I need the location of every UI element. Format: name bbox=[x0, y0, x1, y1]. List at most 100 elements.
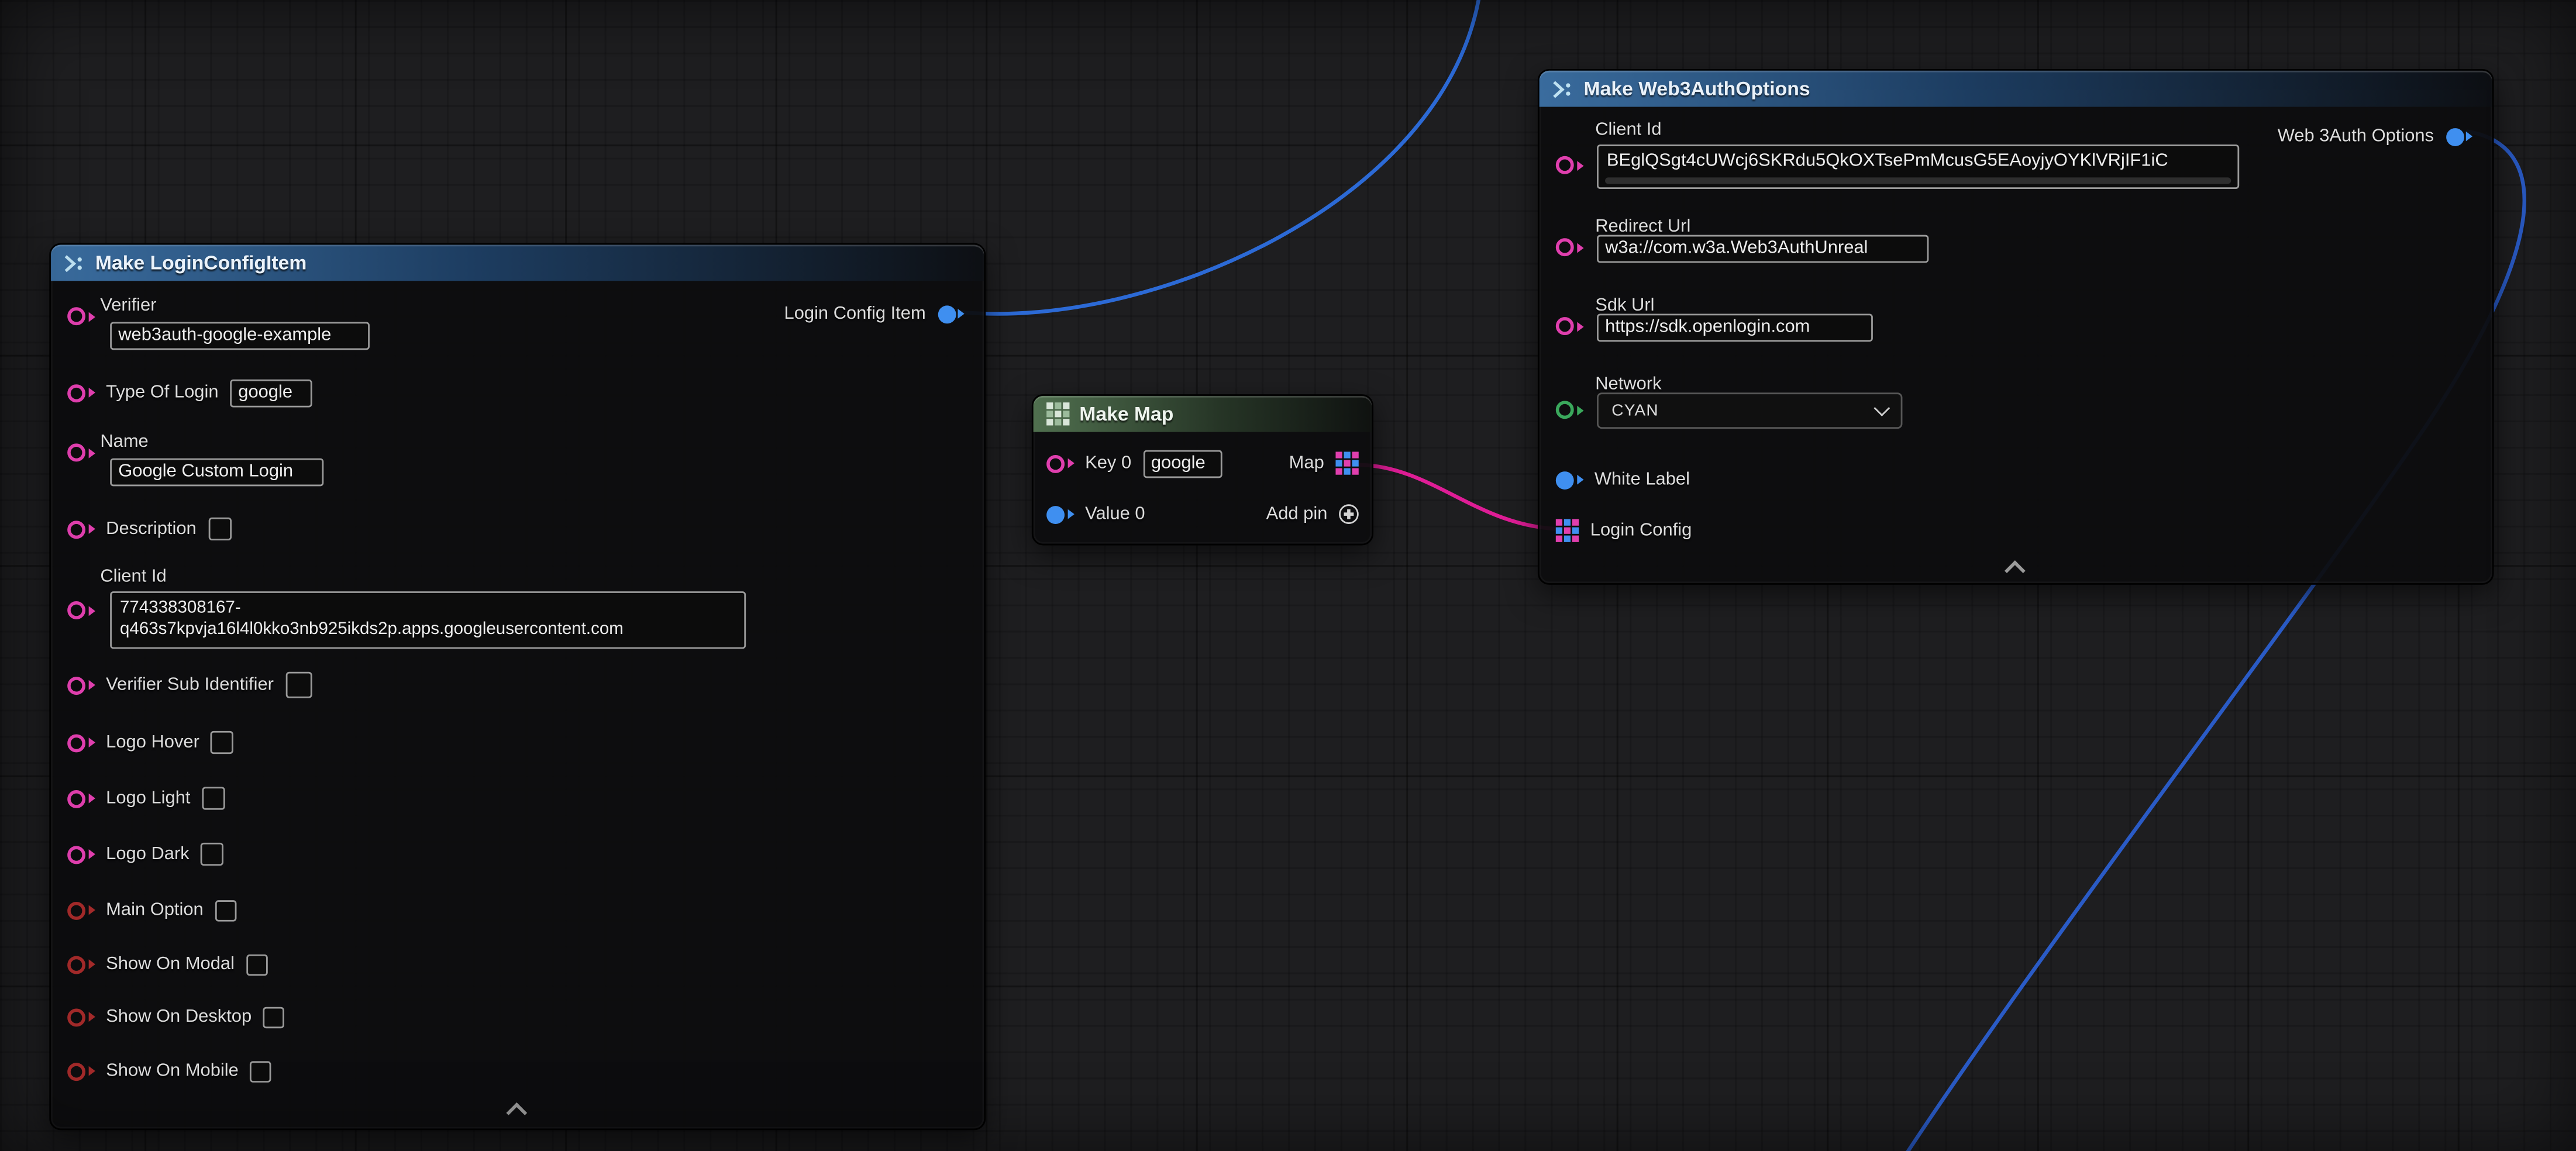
verifier-sub-identifier-label: Verifier Sub Identifier bbox=[106, 675, 274, 695]
node-header-make-login-config-item[interactable]: Make LoginConfigItem bbox=[51, 244, 984, 281]
network-selected-value: CYAN bbox=[1611, 402, 1658, 420]
logo-light-row: Logo Light bbox=[67, 784, 225, 814]
make-struct-icon bbox=[64, 254, 86, 272]
node-make-map[interactable]: Make Map Key 0 google Map Value 0 Add pi… bbox=[1032, 394, 1373, 545]
redirect-url-label: Redirect Url bbox=[1595, 217, 1690, 237]
web3auth-options-output-pin[interactable] bbox=[2446, 127, 2472, 146]
key0-row: Key 0 google bbox=[1046, 449, 1222, 478]
output-row-web3auth-options: Web 3Auth Options bbox=[2278, 122, 2472, 151]
name-pin[interactable] bbox=[67, 443, 94, 461]
client-id-label: Client Id bbox=[1595, 120, 1661, 140]
main-option-label: Main Option bbox=[106, 900, 204, 920]
name-label: Name bbox=[100, 432, 148, 452]
logo-dark-row: Logo Dark bbox=[67, 839, 224, 869]
type-of-login-pin[interactable] bbox=[67, 384, 94, 402]
verifier-sub-identifier-row: Verifier Sub Identifier bbox=[67, 670, 311, 700]
logo-dark-label: Logo Dark bbox=[106, 845, 190, 864]
logo-hover-label: Logo Hover bbox=[106, 733, 199, 753]
network-pin[interactable] bbox=[1556, 401, 1583, 419]
client-id-pin[interactable] bbox=[67, 601, 94, 619]
verifier-input[interactable]: web3auth-google-example bbox=[110, 322, 370, 350]
node-make-web3auth-options[interactable]: Make Web3AuthOptions Web 3Auth Options C… bbox=[1538, 69, 2494, 585]
output-row-login-config-item: Login Config Item bbox=[784, 299, 965, 329]
show-on-mobile-checkbox[interactable] bbox=[250, 1060, 272, 1082]
add-pin-row[interactable]: Add pin bbox=[1266, 499, 1359, 529]
redirect-url-pin[interactable] bbox=[1556, 238, 1583, 256]
sdk-url-pin[interactable] bbox=[1556, 317, 1583, 335]
chevron-down-icon bbox=[1874, 400, 1890, 416]
key0-input[interactable]: google bbox=[1143, 449, 1222, 477]
client-id-field[interactable]: BEglQSgt4cUWcj6SKRdu5QkOXTsePmMcusG5EAoy… bbox=[1597, 144, 2239, 189]
logo-light-label: Logo Light bbox=[106, 788, 190, 808]
main-option-row: Main Option bbox=[67, 895, 236, 925]
name-input[interactable]: Google Custom Login bbox=[110, 459, 323, 487]
show-on-modal-row: Show On Modal bbox=[67, 949, 267, 979]
login-config-row: Login Config bbox=[1556, 516, 1692, 546]
node-header-make-map[interactable]: Make Map bbox=[1034, 396, 1372, 432]
redirect-url-input[interactable]: w3a://com.w3a.Web3AuthUnreal bbox=[1597, 235, 1928, 263]
make-struct-icon bbox=[1552, 80, 1574, 98]
client-id-pin[interactable] bbox=[1556, 156, 1583, 174]
verifier-pin[interactable] bbox=[67, 307, 94, 325]
node-title: Make Web3AuthOptions bbox=[1584, 77, 1810, 100]
value0-label: Value 0 bbox=[1085, 504, 1145, 524]
node-title: Make Map bbox=[1079, 402, 1173, 425]
show-on-mobile-pin[interactable] bbox=[67, 1062, 94, 1080]
client-id-input[interactable]: 774338308167-q463s7kpvja16l4l0kko3nb925i… bbox=[110, 591, 746, 649]
logo-hover-row: Logo Hover bbox=[67, 728, 234, 757]
show-on-desktop-row: Show On Desktop bbox=[67, 1002, 284, 1032]
show-on-mobile-row: Show On Mobile bbox=[67, 1056, 271, 1086]
show-on-modal-checkbox[interactable] bbox=[246, 953, 268, 975]
main-option-pin[interactable] bbox=[67, 901, 94, 919]
value0-row: Value 0 bbox=[1046, 499, 1145, 529]
add-pin-icon[interactable] bbox=[1339, 504, 1359, 524]
white-label-label: White Label bbox=[1594, 470, 1690, 490]
show-on-desktop-checkbox[interactable] bbox=[263, 1006, 285, 1028]
logo-dark-input[interactable] bbox=[201, 843, 223, 866]
blueprint-editor-viewport: Make LoginConfigItem Login Config Item V… bbox=[0, 0, 2576, 1151]
value0-pin[interactable] bbox=[1046, 505, 1073, 523]
logo-hover-pin[interactable] bbox=[67, 733, 94, 752]
node-header-make-web3auth-options[interactable]: Make Web3AuthOptions bbox=[1540, 71, 2492, 107]
sdk-url-label: Sdk Url bbox=[1595, 296, 1654, 316]
logo-dark-pin[interactable] bbox=[67, 845, 94, 863]
logo-light-input[interactable] bbox=[202, 787, 225, 809]
map-output-row: Map bbox=[1289, 449, 1359, 478]
wire-login-config-item-output[interactable] bbox=[961, 0, 1480, 314]
collapse-chevron-icon[interactable] bbox=[2007, 559, 2024, 573]
output-pin-label: Login Config Item bbox=[784, 304, 926, 324]
verifier-sub-identifier-pin[interactable] bbox=[67, 676, 94, 694]
client-id-scrollbar[interactable] bbox=[1605, 177, 2231, 184]
show-on-modal-label: Show On Modal bbox=[106, 954, 235, 974]
login-config-item-output-pin[interactable] bbox=[937, 305, 964, 323]
collapse-chevron-icon[interactable] bbox=[509, 1101, 526, 1115]
description-input[interactable] bbox=[208, 518, 230, 540]
show-on-modal-pin[interactable] bbox=[67, 955, 94, 973]
verifier-sub-identifier-input[interactable] bbox=[285, 672, 312, 698]
type-of-login-label: Type Of Login bbox=[106, 382, 218, 402]
map-output-label: Map bbox=[1289, 453, 1324, 473]
logo-light-pin[interactable] bbox=[67, 790, 94, 808]
description-label: Description bbox=[106, 519, 197, 539]
client-id-value: BEglQSgt4cUWcj6SKRdu5QkOXTsePmMcusG5EAoy… bbox=[1607, 151, 2168, 171]
logo-hover-input[interactable] bbox=[211, 731, 234, 754]
map-output-pin[interactable] bbox=[1335, 452, 1358, 474]
key0-label: Key 0 bbox=[1085, 453, 1131, 473]
show-on-desktop-label: Show On Desktop bbox=[106, 1007, 252, 1027]
output-pin-label: Web 3Auth Options bbox=[2278, 126, 2434, 146]
key0-pin[interactable] bbox=[1046, 454, 1073, 473]
network-dropdown[interactable]: CYAN bbox=[1597, 392, 1902, 429]
type-of-login-input[interactable]: google bbox=[230, 378, 312, 406]
wire-map-to-login-config[interactable] bbox=[1361, 465, 1561, 529]
show-on-desktop-pin[interactable] bbox=[67, 1008, 94, 1026]
sdk-url-input[interactable]: https://sdk.openlogin.com bbox=[1597, 313, 1873, 342]
login-config-label: Login Config bbox=[1590, 521, 1692, 540]
login-config-pin[interactable] bbox=[1556, 519, 1579, 542]
white-label-pin[interactable] bbox=[1556, 471, 1583, 489]
node-make-login-config-item[interactable]: Make LoginConfigItem Login Config Item V… bbox=[49, 243, 986, 1131]
show-on-mobile-label: Show On Mobile bbox=[106, 1061, 239, 1081]
description-row: Description bbox=[67, 514, 231, 544]
main-option-checkbox[interactable] bbox=[215, 900, 236, 921]
verifier-label: Verifier bbox=[100, 296, 156, 316]
description-pin[interactable] bbox=[67, 520, 94, 538]
